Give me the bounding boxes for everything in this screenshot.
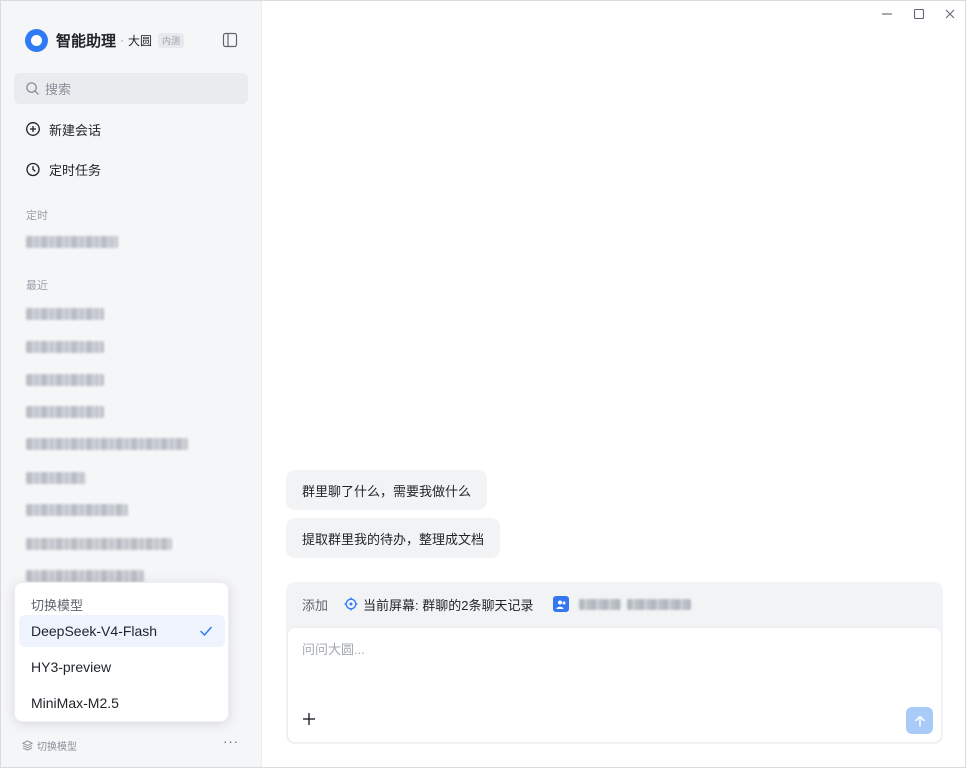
send-button[interactable] [906,707,933,734]
screen-context-chip[interactable]: 当前屏幕: 群聊的2条聊天记录 [344,595,533,614]
target-icon [344,597,358,611]
layers-icon [22,740,33,751]
model-option-hy3[interactable]: HY3-preview [19,651,225,683]
sidebar: 智能助理 · 大圆 内测 搜索 新建会话 定时任务 定时 最近 切换模型 Dee… [1,1,262,767]
brand: 智能助理 · 大圆 内测 [25,27,185,53]
input-box [287,627,942,743]
recent-chat-item[interactable] [26,504,128,516]
switch-model-button[interactable]: 切换模型 [22,738,77,753]
model-option-minimax[interactable]: MiniMax-M2.5 [19,687,225,719]
group-chat-icon [553,596,570,612]
timer-icon [26,162,40,177]
maximize-icon[interactable] [912,7,926,21]
search-icon [26,82,39,95]
beta-badge: 内测 [158,32,185,48]
sidebar-toggle-icon[interactable] [222,32,238,48]
new-chat-icon [26,122,40,136]
recent-chat-item[interactable] [26,538,172,550]
brand-logo-icon [25,28,48,52]
add-context-button[interactable]: 添加 [302,595,328,614]
switch-model-label: 切换模型 [37,742,77,753]
popup-title: 切换模型 [31,598,84,613]
group-context-chip[interactable] [553,596,692,612]
model-switch-popup: 切换模型 DeepSeek-V4-Flash HY3-preview MiniM… [14,582,229,722]
check-icon [200,626,212,636]
model-option-deepseek[interactable]: DeepSeek-V4-Flash [19,615,225,647]
model-option-label: DeepSeek-V4-Flash [31,623,158,639]
suggestion-chip[interactable]: 群里聊了什么，需要我做什么 [286,470,488,510]
brand-separator: · [120,33,125,47]
context-bar: 添加 当前屏幕: 群聊的2条聊天记录 [286,582,943,626]
recent-chat-item[interactable] [26,438,188,450]
brand-assistant-name: 大圆 [128,33,153,48]
section-recent: 最近 [26,280,48,292]
search-box[interactable]: 搜索 [14,73,248,104]
recent-chat-item[interactable] [26,570,144,582]
app-window: 智能助理 · 大圆 内测 搜索 新建会话 定时任务 定时 最近 切换模型 Dee… [0,0,966,768]
recent-chat-item[interactable] [26,472,86,484]
group-name-redacted [579,598,622,610]
new-chat-label: 新建会话 [49,122,102,138]
plus-icon[interactable] [302,712,316,726]
screen-context-label: 当前屏幕: 群聊的2条聊天记录 [363,597,534,613]
search-placeholder: 搜索 [45,82,72,97]
model-option-label: MiniMax-M2.5 [31,695,119,711]
suggestion-chip[interactable]: 提取群里我的待办，整理成文档 [286,518,501,558]
recent-chat-item[interactable] [26,341,104,353]
model-option-label: HY3-preview [31,659,112,675]
message-input[interactable] [302,642,902,657]
group-name-redacted [627,598,692,610]
scheduled-item[interactable] [26,236,118,248]
scheduled-tasks-button[interactable]: 定时任务 [25,159,101,179]
recent-chat-item[interactable] [26,374,104,386]
arrow-up-icon [914,715,925,727]
scheduled-tasks-label: 定时任务 [49,162,102,178]
recent-chat-item[interactable] [26,406,104,418]
recent-chat-item[interactable] [26,308,104,320]
minimize-icon[interactable] [880,7,894,21]
composer: 添加 当前屏幕: 群聊的2条聊天记录 [286,582,943,744]
brand-name: 智能助理 [56,32,117,50]
new-chat-button[interactable]: 新建会话 [25,119,101,139]
section-scheduled: 定时 [26,210,48,222]
more-options-button[interactable]: ··· [223,734,239,749]
close-icon[interactable] [943,7,957,21]
